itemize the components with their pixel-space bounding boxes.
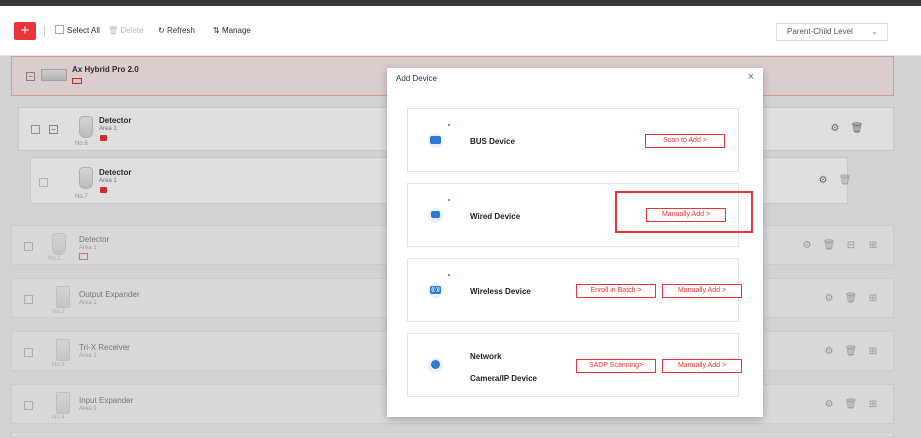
refresh-label: Refresh bbox=[166, 26, 195, 35]
manage-button[interactable]: ⇅ Manage bbox=[213, 24, 251, 38]
wireless-device-icon: ((·)) bbox=[428, 283, 443, 298]
select-all-label: Select All bbox=[67, 26, 100, 35]
sort-icon: ⇅ bbox=[213, 26, 220, 35]
trash-icon: 🗑 bbox=[108, 26, 119, 35]
wireless-manually-add-button[interactable]: Manually Add > bbox=[662, 284, 742, 298]
card-label: Wireless Device bbox=[470, 287, 531, 296]
delete-label: Delete bbox=[120, 26, 144, 35]
wired-device-icon bbox=[428, 208, 443, 223]
camera-manually-add-button[interactable]: Manually Add > bbox=[662, 359, 742, 373]
highlight-box bbox=[615, 191, 753, 233]
scan-to-add-button[interactable]: Scan to Add > bbox=[645, 134, 725, 148]
dot-icon bbox=[448, 274, 450, 276]
refresh-button[interactable]: ↻ Refresh bbox=[158, 24, 195, 38]
bus-device-card: BUS Device Scan to Add > bbox=[407, 108, 739, 172]
camera-icon bbox=[428, 358, 443, 373]
toolbar: + Select All 🗑 Delete ↻ Refresh ⇅ Manage… bbox=[0, 6, 921, 56]
dot-icon bbox=[448, 124, 450, 126]
level-select[interactable]: Parent-Child Level ⌄ bbox=[776, 23, 888, 41]
dot-icon bbox=[448, 199, 450, 201]
chevron-down-icon: ⌄ bbox=[871, 27, 878, 36]
manage-label: Manage bbox=[221, 26, 251, 35]
dialog-title: Add Device bbox=[396, 74, 437, 83]
card-label-line2: Camera/IP Device bbox=[470, 374, 538, 383]
checkbox-icon bbox=[55, 25, 64, 34]
enroll-in-batch-button[interactable]: Enroll in Batch > bbox=[576, 284, 656, 298]
add-device-dialog: Add Device × BUS Device Scan to Add > Wi… bbox=[387, 68, 763, 417]
refresh-icon: ↻ bbox=[158, 26, 165, 35]
network-camera-card: Network Camera/IP Device SADP Scanning> … bbox=[407, 333, 742, 397]
toolbar-divider bbox=[44, 26, 45, 37]
wireless-device-card: ((·)) Wireless Device Enroll in Batch > … bbox=[407, 258, 742, 322]
close-icon[interactable]: × bbox=[748, 71, 754, 83]
level-select-value: Parent-Child Level bbox=[787, 27, 853, 36]
select-all-checkbox[interactable]: Select All bbox=[55, 24, 100, 38]
delete-button[interactable]: 🗑 Delete bbox=[108, 24, 144, 38]
card-label: BUS Device bbox=[470, 137, 515, 146]
bus-device-icon bbox=[428, 133, 443, 148]
sadp-scanning-button[interactable]: SADP Scanning> bbox=[576, 359, 656, 373]
add-device-button[interactable]: + bbox=[14, 22, 36, 40]
card-label-line1: Network bbox=[470, 352, 502, 361]
card-label: Wired Device bbox=[470, 212, 521, 221]
